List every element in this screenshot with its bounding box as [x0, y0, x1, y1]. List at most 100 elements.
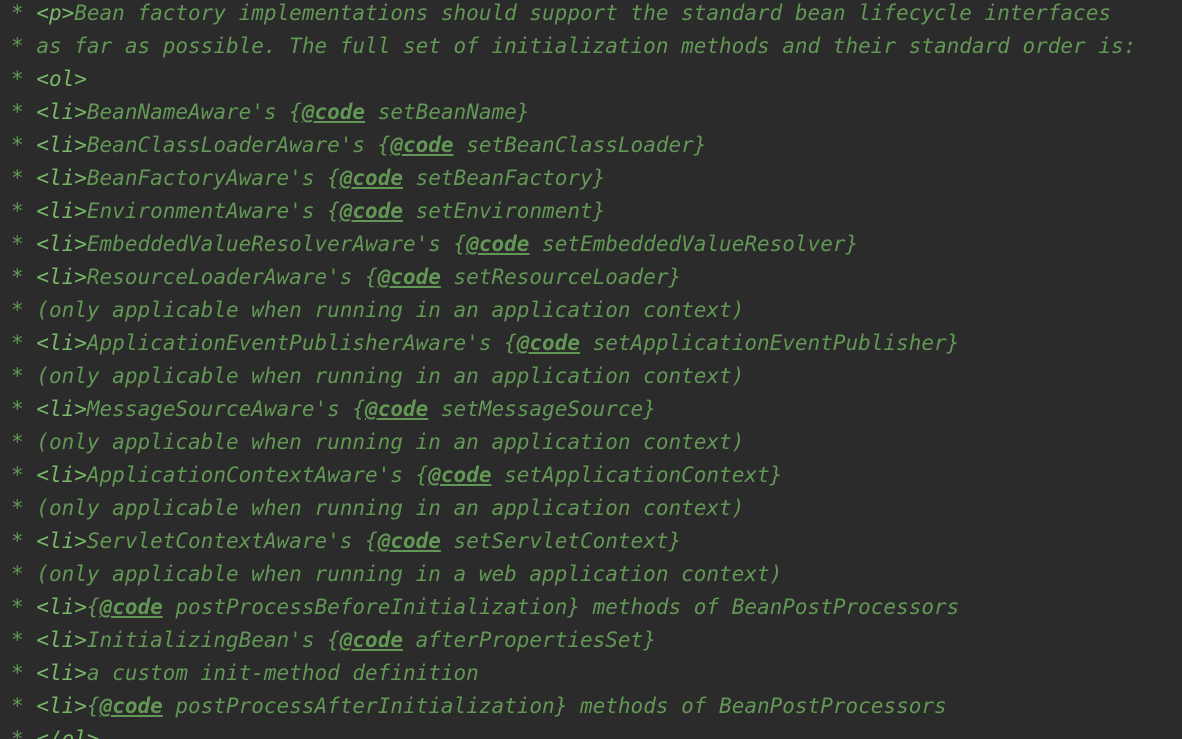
- code-line[interactable]: * <li>{@code postProcessAfterInitializat…: [11, 690, 1136, 723]
- comment-asterisk: *: [11, 166, 24, 190]
- comment-text-token: (only applicable when running in a web a…: [36, 562, 783, 586]
- code-line[interactable]: * (only applicable when running in an ap…: [11, 426, 1136, 459]
- comment-text-token: setServletContext}: [440, 529, 682, 553]
- html-tag-token: </ol>: [36, 727, 100, 739]
- html-tag-token: <li>: [36, 628, 87, 652]
- code-line[interactable]: * (only applicable when running in an ap…: [11, 492, 1136, 525]
- javadoc-tag-token: @code: [377, 265, 441, 289]
- javadoc-tag-token: @code: [339, 166, 403, 190]
- code-line[interactable]: * <li>MessageSourceAware's {@code setMes…: [11, 393, 1136, 426]
- comment-text-token: BeanFactoryAware's {: [86, 166, 340, 190]
- javadoc-tag-token: @code: [339, 628, 403, 652]
- comment-text-token: setResourceLoader}: [440, 265, 682, 289]
- comment-text-token: {: [86, 595, 100, 619]
- comment-asterisk: *: [11, 661, 24, 685]
- comment-asterisk: *: [11, 694, 24, 718]
- comment-asterisk: *: [11, 1, 24, 25]
- javadoc-tag-token: @code: [99, 595, 163, 619]
- comment-text-token: setEnvironment}: [402, 199, 606, 223]
- code-line[interactable]: * <li>BeanFactoryAware's {@code setBeanF…: [11, 162, 1136, 195]
- javadoc-tag-token: @code: [377, 529, 441, 553]
- comment-text-token: as far as possible. The full set of init…: [36, 34, 1137, 58]
- code-line[interactable]: * (only applicable when running in an ap…: [11, 360, 1136, 393]
- javadoc-tag-token: @code: [301, 100, 366, 124]
- comment-text-token: ApplicationEventPublisherAware's {: [86, 331, 517, 355]
- comment-asterisk: *: [11, 265, 24, 289]
- comment-text-token: ApplicationContextAware's {: [86, 463, 429, 487]
- html-tag-token: <li>: [36, 331, 87, 355]
- code-line[interactable]: * <li>a custom init-method definition: [11, 657, 1136, 690]
- comment-text-token: EnvironmentAware's {: [86, 199, 340, 223]
- comment-text-token: setBeanFactory}: [402, 166, 606, 190]
- comment-text-token: BeanClassLoaderAware's {: [86, 133, 391, 157]
- html-tag-token: <li>: [36, 661, 87, 685]
- comment-text-token: ResourceLoaderAware's {: [86, 265, 378, 289]
- javadoc-tag-token: @code: [466, 232, 530, 256]
- comment-asterisk: *: [11, 529, 24, 553]
- comment-asterisk: *: [11, 496, 24, 520]
- comment-text-token: setApplicationContext}: [491, 463, 783, 487]
- comment-text-token: setBeanName}: [365, 100, 530, 124]
- comment-text-token: (only applicable when running in an appl…: [36, 364, 745, 388]
- code-line[interactable]: * <li>EmbeddedValueResolverAware's {@cod…: [11, 228, 1136, 261]
- code-line[interactable]: * <p>Bean factory implementations should…: [11, 0, 1136, 30]
- comment-text-token: setMessageSource}: [428, 397, 656, 421]
- code-line[interactable]: * <li>BeanClassLoaderAware's {@code setB…: [11, 129, 1136, 162]
- comment-text-token: InitializingBean's {: [86, 628, 340, 652]
- html-tag-token: <li>: [36, 595, 87, 619]
- code-line[interactable]: * (only applicable when running in a web…: [11, 558, 1136, 591]
- html-tag-token: <li>: [36, 397, 87, 421]
- code-line[interactable]: * <li>ResourceLoaderAware's {@code setRe…: [11, 261, 1136, 294]
- html-tag-token: <li>: [36, 694, 87, 718]
- comment-asterisk: *: [11, 562, 24, 586]
- comment-asterisk: *: [11, 364, 24, 388]
- comment-asterisk: *: [11, 67, 24, 91]
- code-line[interactable]: * <li>EnvironmentAware's {@code setEnvir…: [11, 195, 1136, 228]
- comment-asterisk: *: [11, 331, 24, 355]
- comment-text-token: MessageSourceAware's {: [86, 397, 366, 421]
- html-tag-token: <li>: [36, 133, 87, 157]
- comment-asterisk: *: [11, 397, 24, 421]
- comment-asterisk: *: [11, 463, 24, 487]
- comment-text-token: Bean factory implementations should supp…: [74, 1, 1111, 25]
- code-line[interactable]: * <li>ServletContextAware's {@code setSe…: [11, 525, 1136, 558]
- code-line[interactable]: * <li>ApplicationContextAware's {@code s…: [11, 459, 1136, 492]
- comment-text-token: afterPropertiesSet}: [402, 628, 656, 652]
- code-line[interactable]: * <ol>: [11, 63, 1136, 96]
- javadoc-tag-token: @code: [428, 463, 492, 487]
- code-line[interactable]: * as far as possible. The full set of in…: [11, 30, 1136, 63]
- code-line[interactable]: * <li>BeanNameAware's {@code setBeanName…: [11, 96, 1136, 129]
- html-tag-token: <li>: [36, 166, 87, 190]
- code-line[interactable]: * </ol>: [11, 723, 1136, 739]
- code-editor[interactable]: * <p>Bean factory implementations should…: [0, 0, 1182, 739]
- code-line[interactable]: * <li>InitializingBean's {@code afterPro…: [11, 624, 1136, 657]
- code-line[interactable]: * <li>ApplicationEventPublisherAware's {…: [11, 327, 1136, 360]
- html-tag-token: <li>: [36, 529, 87, 553]
- javadoc-tag-token: @code: [390, 133, 454, 157]
- code-line[interactable]: * <li>{@code postProcessBeforeInitializa…: [11, 591, 1136, 624]
- comment-text-token: BeanNameAware's {: [86, 100, 302, 124]
- comment-asterisk: *: [11, 100, 24, 124]
- comment-text-token: {: [86, 694, 100, 718]
- comment-text-token: a custom init-method definition: [86, 661, 479, 685]
- comment-text-token: (only applicable when running in an appl…: [36, 496, 745, 520]
- comment-asterisk: *: [11, 628, 24, 652]
- javadoc-comment-block[interactable]: * <p>Bean factory implementations should…: [11, 0, 1136, 739]
- html-tag-token: <li>: [36, 463, 87, 487]
- comment-asterisk: *: [11, 199, 24, 223]
- comment-text-token: postProcessAfterInitialization} methods …: [162, 694, 947, 718]
- comment-asterisk: *: [11, 232, 24, 256]
- html-tag-token: <li>: [36, 100, 87, 124]
- comment-text-token: setBeanClassLoader}: [453, 133, 707, 157]
- html-tag-token: <ol>: [36, 67, 87, 91]
- comment-text-token: (only applicable when running in an appl…: [36, 298, 745, 322]
- javadoc-tag-token: @code: [365, 397, 429, 421]
- javadoc-tag-token: @code: [99, 694, 163, 718]
- code-line[interactable]: * (only applicable when running in an ap…: [11, 294, 1136, 327]
- comment-text-token: EmbeddedValueResolverAware's {: [86, 232, 467, 256]
- comment-text-token: setEmbeddedValueResolver}: [529, 232, 859, 256]
- html-tag-token: <p>: [36, 1, 75, 25]
- comment-asterisk: *: [11, 727, 24, 739]
- javadoc-tag-token: @code: [516, 331, 580, 355]
- comment-asterisk: *: [11, 34, 24, 58]
